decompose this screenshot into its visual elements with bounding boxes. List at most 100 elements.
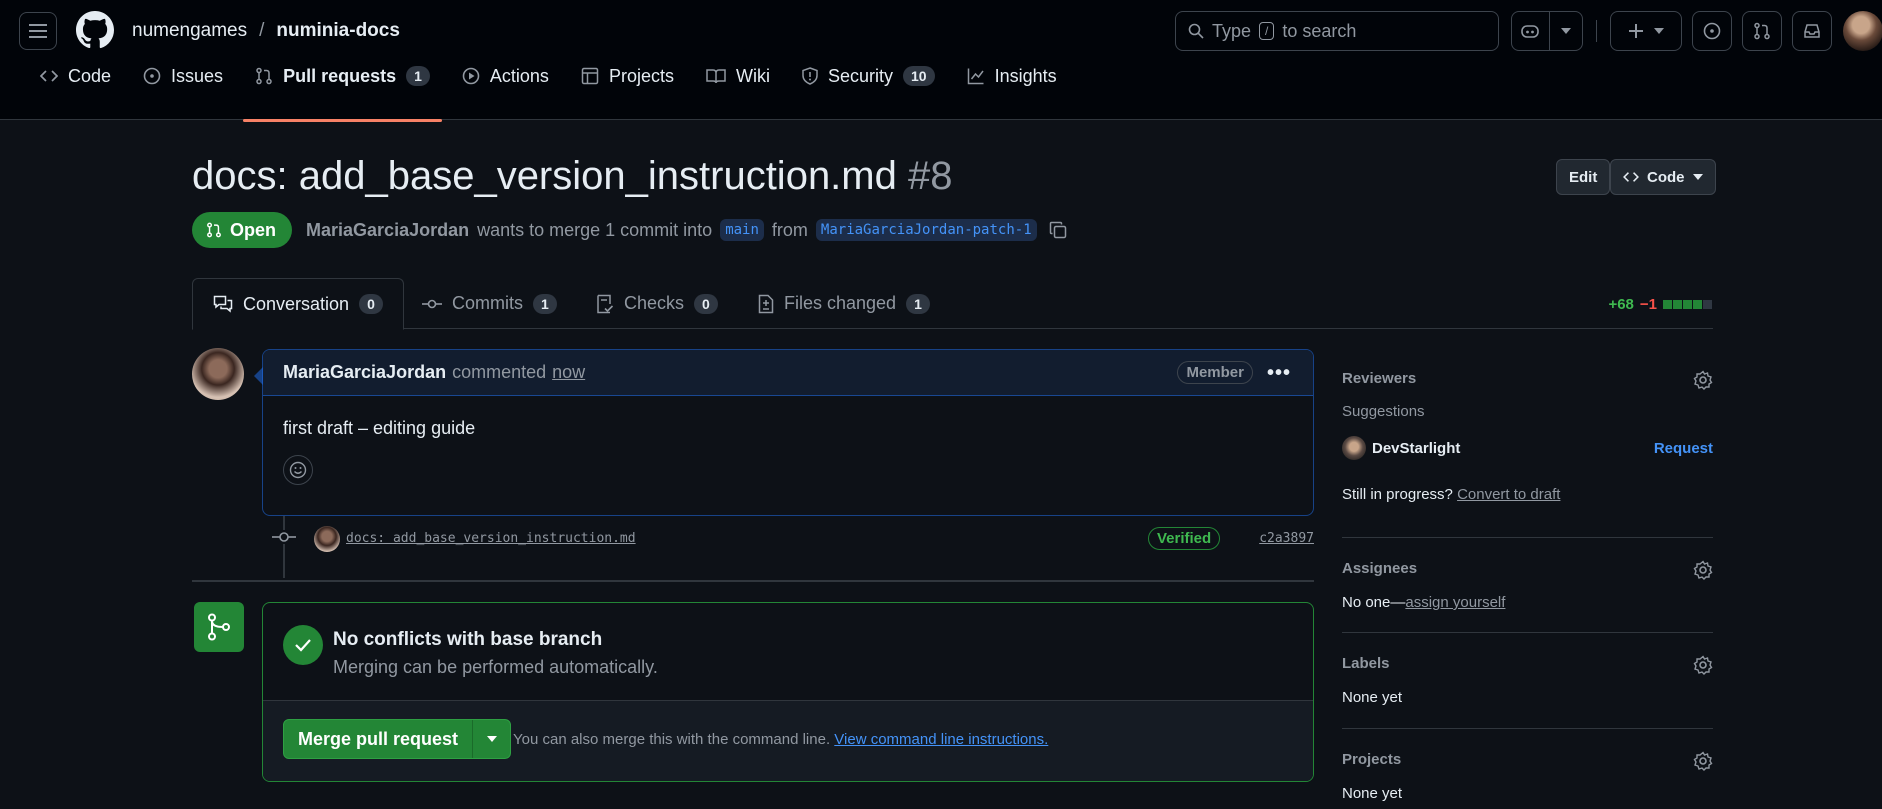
commit-icon [272, 530, 296, 544]
menu-button[interactable] [19, 12, 57, 50]
issue-icon [1703, 22, 1721, 40]
issues-button[interactable] [1692, 11, 1732, 51]
still-in-progress-text: Still in progress? [1342, 486, 1453, 503]
copy-icon [1049, 221, 1066, 239]
merge-method-dropdown[interactable] [472, 720, 510, 758]
assign-yourself-link[interactable]: assign yourself [1405, 594, 1505, 611]
github-logo-icon[interactable] [76, 11, 114, 49]
tab-issues[interactable]: Issues [131, 54, 235, 98]
merge-status-title: No conflicts with base branch [333, 629, 603, 650]
assignees-value: No one—assign yourself [1342, 594, 1505, 611]
tab-pull-requests[interactable]: Pull requests 1 [243, 54, 442, 122]
code-icon [1623, 172, 1639, 182]
tab-insights[interactable]: Insights [955, 54, 1069, 98]
gear-icon[interactable] [1693, 655, 1713, 675]
avatar[interactable] [192, 348, 244, 400]
page-title: docs: add_base_version_instruction.md #8 [192, 154, 953, 199]
merge-box: No conflicts with base branch Merging ca… [262, 602, 1314, 782]
suggested-reviewer: DevStarlight Request [1342, 436, 1713, 460]
comment-author[interactable]: MariaGarciaJordan [283, 362, 446, 383]
issue-icon [143, 67, 161, 85]
conversation-icon [213, 295, 233, 313]
search-shortcut-key: / [1259, 22, 1275, 40]
tab-label: Insights [994, 65, 1057, 86]
projects-title: Projects [1342, 751, 1402, 768]
tab-actions[interactable]: Actions [450, 54, 561, 98]
global-header: numengames / numinia-docs Type / to sear… [0, 0, 1882, 122]
create-new-button[interactable] [1610, 11, 1682, 51]
comment-card: MariaGarciaJordan commented now Member •… [262, 349, 1314, 516]
suggested-reviewer-name: DevStarlight [1372, 439, 1461, 457]
merge-status: No conflicts with base branch Merging ca… [263, 603, 1313, 701]
divider [1596, 20, 1597, 42]
tab-label: Issues [171, 65, 224, 86]
inbox-icon [1804, 24, 1820, 38]
count-badge: 0 [359, 294, 383, 314]
divider [192, 580, 1314, 582]
code-button[interactable]: Code [1610, 159, 1716, 195]
commit-message-link[interactable]: docs: add_base_version_instruction.md [346, 531, 636, 546]
add-reaction-button[interactable] [283, 455, 313, 485]
tab-wiki[interactable]: Wiki [694, 54, 782, 98]
tab-checks[interactable]: Checks 0 [596, 278, 718, 329]
head-branch[interactable]: MariaGarciaJordan-patch-1 [815, 219, 1037, 241]
code-icon [40, 69, 58, 83]
reviewers-title: Reviewers [1342, 370, 1417, 387]
comment-text: first draft – editing guide [283, 418, 476, 438]
tab-security[interactable]: Security 10 [790, 54, 947, 98]
convert-to-draft-link[interactable]: Convert to draft [1457, 486, 1560, 503]
verified-badge[interactable]: Verified [1148, 527, 1221, 550]
chevron-down-icon [1654, 28, 1664, 34]
comment-header: MariaGarciaJordan commented now Member •… [263, 350, 1313, 396]
tab-label: Projects [608, 65, 674, 86]
request-review-button[interactable]: Request [1654, 440, 1713, 457]
labels-title: Labels [1342, 655, 1390, 672]
gear-icon[interactable] [1693, 370, 1713, 390]
tab-code[interactable]: Code [28, 54, 123, 98]
copilot-button[interactable] [1511, 11, 1583, 51]
merge-pull-request-button[interactable]: Merge pull request [284, 729, 472, 750]
search-input[interactable]: Type / to search [1175, 11, 1499, 51]
comment-time[interactable]: now [552, 362, 585, 383]
check-circle-icon [283, 625, 323, 665]
copy-branch-button[interactable] [1049, 221, 1067, 239]
tab-label: Checks [624, 293, 685, 313]
table-icon [581, 67, 599, 85]
user-avatar[interactable] [1843, 11, 1882, 51]
pull-requests-button[interactable] [1742, 11, 1782, 51]
owner-link[interactable]: numengames [132, 20, 247, 42]
count-badge: 1 [906, 293, 930, 314]
pr-meta: Open MariaGarciaJordan wants to merge 1 … [192, 212, 1067, 248]
tab-commits[interactable]: Commits 1 [422, 278, 557, 329]
repo-link[interactable]: numinia-docs [276, 20, 400, 42]
gear-icon[interactable] [1693, 751, 1713, 771]
commit-sha-link[interactable]: c2a3897 [1259, 531, 1314, 546]
edit-button[interactable]: Edit [1556, 159, 1611, 195]
repo-tabs: Code Issues Pull requests 1 Actions Proj… [28, 66, 1069, 122]
base-branch[interactable]: main [720, 219, 764, 241]
more-options-icon[interactable]: ••• [1267, 362, 1291, 385]
diffstat: +68 −1 [1608, 296, 1713, 313]
avatar [1342, 436, 1366, 460]
copilot-dropdown[interactable] [1548, 12, 1582, 50]
count-badge: 0 [694, 293, 718, 314]
author-link[interactable]: MariaGarciaJordan [306, 220, 469, 241]
avatar[interactable] [314, 526, 340, 552]
count-badge: 1 [406, 66, 430, 86]
pull-request-icon [1754, 22, 1770, 40]
pr-number: #8 [908, 154, 953, 198]
tab-conversation[interactable]: Conversation 0 [192, 278, 404, 330]
assignees-title: Assignees [1342, 560, 1418, 577]
inbox-button[interactable] [1792, 11, 1832, 51]
search-suffix: to search [1282, 20, 1357, 41]
tab-projects[interactable]: Projects [569, 54, 686, 98]
checklist-icon [597, 294, 614, 313]
tab-label: Code [68, 65, 112, 86]
gear-icon[interactable] [1693, 560, 1713, 580]
suggestions-label: Suggestions [1342, 403, 1425, 420]
smiley-icon [289, 461, 307, 479]
command-line-instructions-link[interactable]: View command line instructions. [834, 731, 1048, 748]
commit-row: docs: add_base_version_instruction.md Ve… [272, 524, 1314, 556]
tab-files-changed[interactable]: Files changed 1 [758, 278, 930, 329]
from-text: from [771, 219, 808, 240]
